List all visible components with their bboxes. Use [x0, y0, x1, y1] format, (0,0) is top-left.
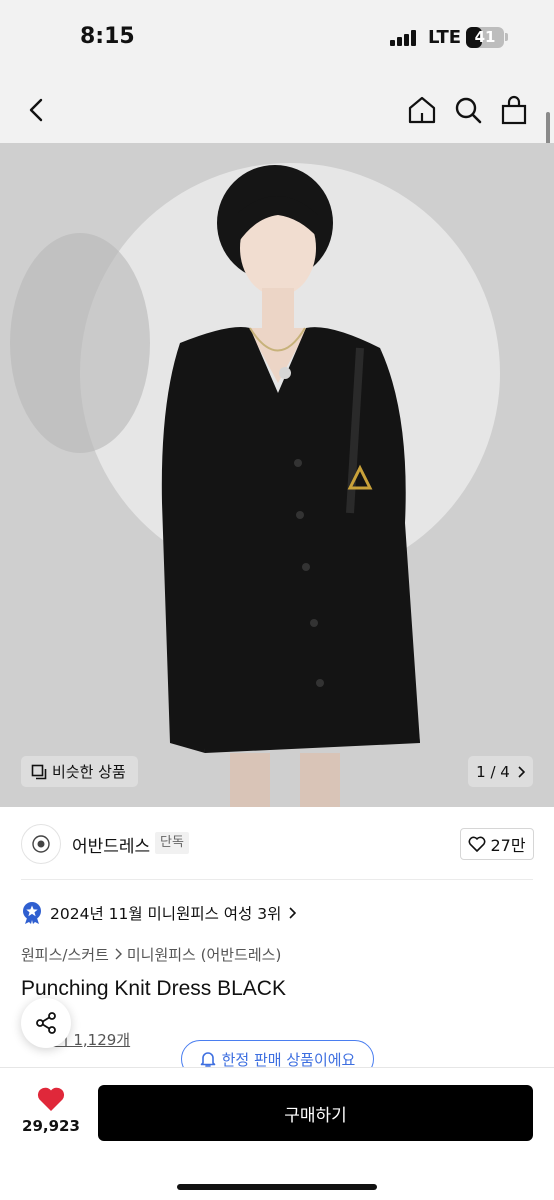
shopping-bag-icon	[501, 95, 527, 125]
status-bar: 8:15 LTE 41	[0, 0, 554, 78]
product-photo	[0, 143, 554, 807]
bell-icon	[200, 1052, 215, 1067]
share-button[interactable]	[21, 998, 71, 1048]
status-time: 8:15	[80, 24, 135, 49]
battery-icon: 41	[466, 27, 504, 48]
breadcrumb: 원피스/스커트 미니원피스 (어반드레스)	[21, 943, 281, 965]
breadcrumb-subcategory[interactable]: 미니원피스 (어반드레스)	[127, 944, 281, 965]
brand-like-button[interactable]: 27만	[460, 828, 534, 860]
product-image-carousel[interactable]	[0, 143, 554, 807]
divider	[21, 879, 533, 880]
signal-icon	[390, 30, 416, 46]
heart-filled-icon	[37, 1087, 65, 1111]
brand-like-count: 27만	[490, 836, 526, 855]
heart-outline-icon	[469, 836, 486, 852]
ranking-text: 2024년 11월 미니원피스 여성 3위	[50, 905, 282, 923]
chevron-right-icon	[518, 765, 525, 778]
home-icon	[408, 96, 436, 124]
battery-percent: 41	[474, 28, 496, 46]
product-title: Punching Knit Dress BLACK	[21, 977, 286, 1000]
chevron-right-icon	[115, 948, 122, 960]
page-indicator-label: 1 / 4	[476, 762, 510, 781]
battery-tip	[505, 33, 508, 41]
brand-name[interactable]: 어반드레스	[72, 832, 150, 857]
home-indicator	[177, 1184, 377, 1190]
back-icon	[29, 98, 43, 122]
buy-button[interactable]: 구매하기	[98, 1085, 533, 1141]
ranking-link[interactable]: 2024년 11월 미니원피스 여성 3위	[21, 900, 297, 926]
cart-button[interactable]	[494, 90, 534, 130]
wishlist-button[interactable]	[36, 1086, 66, 1116]
wishlist-count: 29,923	[22, 1117, 80, 1135]
brand-logo[interactable]	[21, 824, 61, 864]
chevron-right-icon	[289, 907, 297, 919]
breadcrumb-category[interactable]: 원피스/스커트	[21, 944, 109, 965]
app-header	[0, 78, 554, 143]
image-page-indicator[interactable]: 1 / 4	[468, 756, 533, 787]
similar-products-button[interactable]: 비슷한 상품	[21, 756, 138, 787]
exclusive-badge: 단독	[155, 832, 189, 854]
back-button[interactable]	[17, 90, 57, 130]
similar-items-icon	[31, 764, 47, 779]
rank-medal-icon	[23, 902, 41, 924]
brand-row: 어반드레스 단독 27만	[0, 807, 554, 879]
search-icon	[455, 97, 482, 124]
search-button[interactable]	[448, 90, 488, 130]
brand-logo-icon	[32, 835, 50, 853]
similar-products-label: 비슷한 상품	[52, 763, 126, 781]
carrier-label: LTE	[428, 27, 462, 48]
home-button[interactable]	[402, 90, 442, 130]
share-icon	[36, 1012, 56, 1034]
bottom-action-bar: 29,923 구매하기	[0, 1067, 554, 1200]
